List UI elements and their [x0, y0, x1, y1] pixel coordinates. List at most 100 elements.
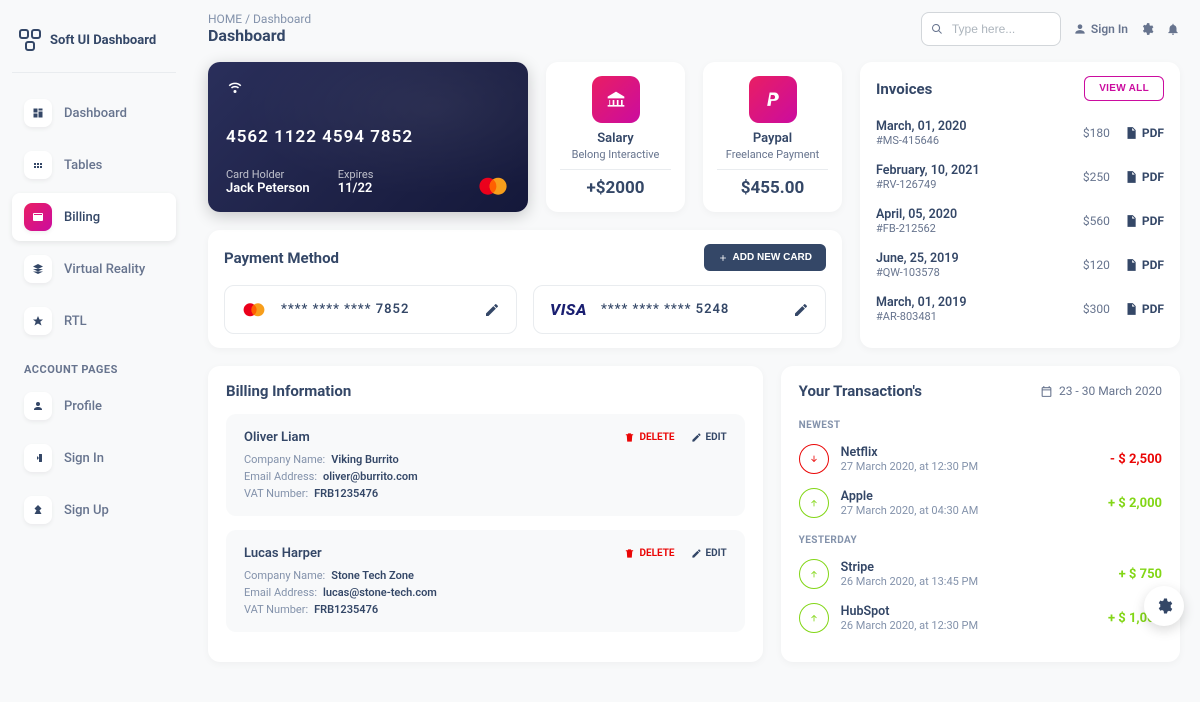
plus-icon	[718, 253, 728, 263]
billing-vat: FRB1235476	[314, 487, 378, 500]
transactions-range: 23 - 30 March 2020	[1040, 384, 1162, 398]
signin-icon	[24, 444, 52, 472]
arrow-up-icon	[799, 559, 829, 589]
invoice-id: #AR-803481	[876, 310, 966, 323]
breadcrumb: HOME / Dashboard	[208, 12, 311, 26]
transaction-time: 27 March 2020, at 12:30 PM	[841, 460, 978, 473]
billing-edit-button[interactable]: EDIT	[691, 548, 727, 559]
sidebar-item-label: Billing	[64, 210, 100, 225]
invoice-date: March, 01, 2019	[876, 295, 966, 310]
salary-title: Salary	[572, 131, 660, 146]
pdf-icon	[1124, 126, 1138, 140]
transaction-name: Netflix	[841, 445, 978, 460]
view-all-button[interactable]: VIEW ALL	[1084, 76, 1164, 101]
brand-name: Soft UI Dashboard	[50, 33, 156, 48]
invoice-date: February, 10, 2021	[876, 163, 980, 178]
invoice-amount: $560	[1083, 214, 1110, 228]
card-number: 4562 1122 4594 7852	[226, 127, 510, 147]
sidebar-item-tables[interactable]: Tables	[12, 141, 176, 189]
transaction-time: 26 March 2020, at 13:45 PM	[841, 575, 978, 588]
sidebar-item-label: Dashboard	[64, 106, 127, 121]
salary-subtitle: Belong Interactive	[572, 148, 660, 161]
billing-item: Lucas Harper DELETE EDIT Company Name:St…	[226, 530, 745, 632]
transaction-time: 27 March 2020, at 04:30 AM	[841, 504, 979, 517]
payment-method-title: Payment Method	[224, 249, 339, 267]
edit-icon[interactable]	[484, 302, 500, 318]
transactions-title: Your Transaction's	[799, 382, 922, 400]
tables-icon	[24, 151, 52, 179]
sidebar-item-signup[interactable]: Sign Up	[12, 486, 176, 534]
top-signin-link[interactable]: Sign In	[1073, 22, 1128, 36]
gear-icon[interactable]	[1140, 22, 1154, 36]
invoice-pdf-button[interactable]: PDF	[1124, 126, 1164, 140]
dashboard-icon	[24, 99, 52, 127]
visa-icon: VISA	[550, 300, 587, 319]
pencil-icon	[691, 432, 702, 443]
invoices-title: Invoices	[876, 80, 932, 98]
transaction-row: Apple 27 March 2020, at 04:30 AM + $ 2,0…	[799, 481, 1162, 525]
saved-card-number: **** **** **** 5248	[601, 302, 779, 317]
transaction-name: Apple	[841, 489, 979, 504]
invoice-pdf-button[interactable]: PDF	[1124, 170, 1164, 184]
gear-icon	[1155, 597, 1173, 615]
invoice-pdf-button[interactable]: PDF	[1124, 258, 1164, 272]
user-icon	[1073, 22, 1087, 36]
edit-icon[interactable]	[793, 302, 809, 318]
invoice-amount: $120	[1083, 258, 1110, 272]
billing-delete-button[interactable]: DELETE	[624, 548, 674, 559]
sidebar-item-label: RTL	[64, 314, 87, 329]
billing-edit-button[interactable]: EDIT	[691, 432, 727, 443]
billing-item: Oliver Liam DELETE EDIT Company Name:Vik…	[226, 414, 745, 516]
invoice-amount: $300	[1083, 302, 1110, 316]
billing-vat: FRB1235476	[314, 603, 378, 616]
trash-icon	[624, 432, 635, 443]
pdf-icon	[1124, 258, 1138, 272]
rtl-icon	[24, 307, 52, 335]
breadcrumb-home[interactable]: HOME	[208, 12, 242, 26]
transaction-name: HubSpot	[841, 604, 978, 619]
invoice-pdf-button[interactable]: PDF	[1124, 302, 1164, 316]
invoice-row: February, 10, 2021 #RV-126749 $250 PDF	[876, 155, 1164, 199]
sidebar-item-label: Sign Up	[64, 503, 109, 518]
paypal-subtitle: Freelance Payment	[726, 148, 819, 161]
transaction-row: Netflix 27 March 2020, at 12:30 PM - $ 2…	[799, 437, 1162, 481]
brand-logo[interactable]: Soft UI Dashboard	[12, 20, 176, 73]
invoice-id: #QW-103578	[876, 266, 959, 279]
invoice-pdf-button[interactable]: PDF	[1124, 214, 1164, 228]
transaction-amount: + $ 750	[1119, 567, 1162, 582]
arrow-up-icon	[799, 603, 829, 633]
invoice-amount: $250	[1083, 170, 1110, 184]
invoice-id: #RV-126749	[876, 178, 980, 191]
billing-email: lucas@stone-tech.com	[323, 586, 437, 599]
invoice-date: April, 05, 2020	[876, 207, 957, 222]
billing-info-title: Billing Information	[226, 382, 745, 400]
sidebar-item-billing[interactable]: Billing	[12, 193, 176, 241]
sidebar-item-signin[interactable]: Sign In	[12, 434, 176, 482]
invoice-row: April, 05, 2020 #FB-212562 $560 PDF	[876, 199, 1164, 243]
sidebar-item-label: Tables	[64, 158, 102, 173]
sidebar-item-vr[interactable]: Virtual Reality	[12, 245, 176, 293]
page-title: Dashboard	[208, 26, 311, 45]
invoices-card: Invoices VIEW ALL March, 01, 2020 #MS-41…	[860, 62, 1180, 348]
wifi-icon	[226, 78, 244, 96]
mastercard-icon	[241, 302, 267, 318]
transaction-row: Stripe 26 March 2020, at 13:45 PM + $ 75…	[799, 552, 1162, 596]
main: HOME / Dashboard Dashboard Sign In	[188, 0, 1200, 702]
bell-icon[interactable]	[1166, 22, 1180, 36]
invoice-amount: $180	[1083, 126, 1110, 140]
sidebar-item-label: Profile	[64, 399, 102, 414]
bank-icon	[592, 76, 640, 123]
sidebar-item-rtl[interactable]: RTL	[12, 297, 176, 345]
billing-delete-button[interactable]: DELETE	[624, 432, 674, 443]
add-card-button[interactable]: ADD NEW CARD	[704, 244, 826, 271]
settings-fab[interactable]	[1144, 586, 1184, 626]
invoice-date: March, 01, 2020	[876, 119, 966, 134]
card-expires: 11/22	[338, 181, 374, 196]
sidebar-item-label: Sign In	[64, 451, 104, 466]
signup-icon	[24, 496, 52, 524]
pdf-icon	[1124, 214, 1138, 228]
sidebar-item-dashboard[interactable]: Dashboard	[12, 89, 176, 137]
transaction-name: Stripe	[841, 560, 978, 575]
sidebar-item-profile[interactable]: Profile	[12, 382, 176, 430]
invoice-row: June, 25, 2019 #QW-103578 $120 PDF	[876, 243, 1164, 287]
